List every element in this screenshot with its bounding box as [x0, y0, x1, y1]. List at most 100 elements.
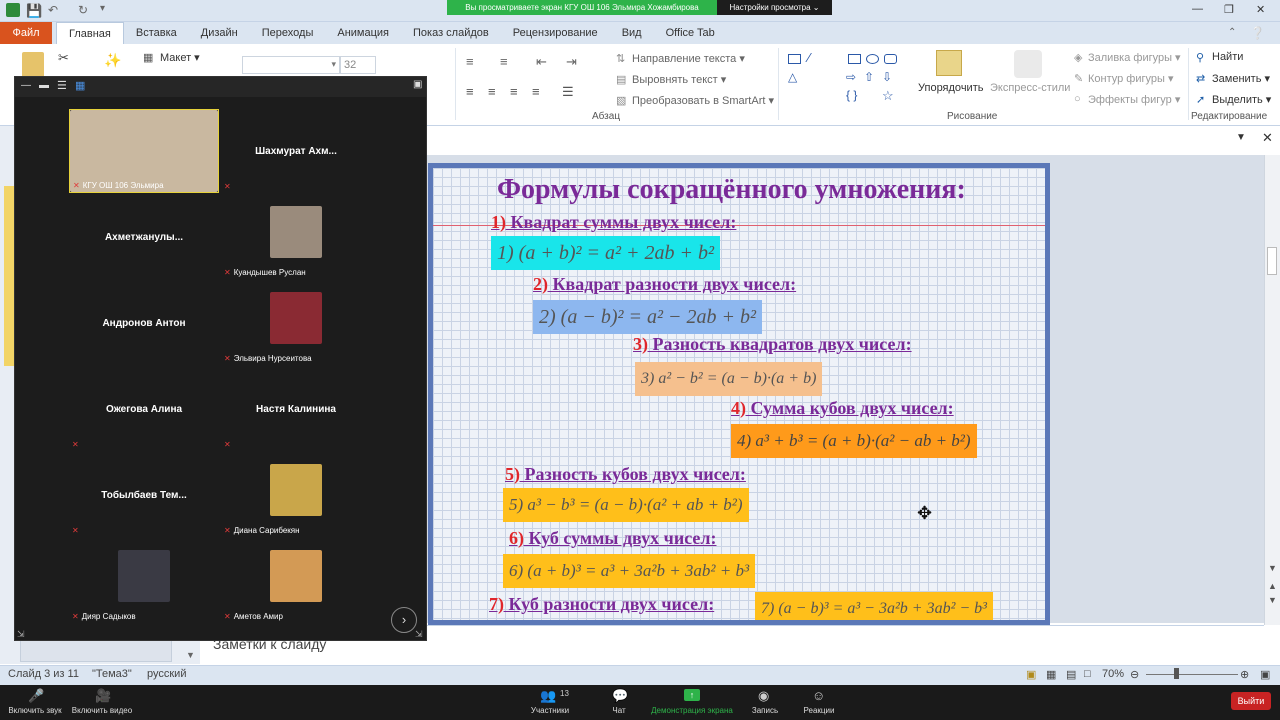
tab-transitions[interactable]: Переходы: [250, 22, 326, 44]
participant-tile[interactable]: Ожегова Алина ✕: [69, 367, 219, 451]
camera-off-icon[interactable]: 🎥: [95, 688, 111, 704]
start-video-button[interactable]: Включить видео: [68, 706, 136, 715]
find-button[interactable]: Найти: [1212, 51, 1243, 63]
shape-outline-button[interactable]: Контур фигуры ▾: [1088, 72, 1174, 85]
tab-design[interactable]: Дизайн: [189, 22, 250, 44]
next-slide-icon[interactable]: ▼: [1268, 595, 1277, 605]
align-text-button[interactable]: Выровнять текст ▾: [632, 73, 726, 86]
participant-tile[interactable]: Настя Калинина ✕: [221, 367, 371, 451]
restore-icon[interactable]: ❐: [1224, 3, 1234, 16]
columns-icon[interactable]: ☰: [562, 84, 574, 100]
arrange-icon[interactable]: [936, 50, 962, 76]
participant-tile[interactable]: ✕ Аметов Амир: [221, 539, 371, 623]
chat-button[interactable]: Чат: [604, 706, 634, 715]
participant-tile[interactable]: ✕ Диана Сарибекян: [221, 453, 371, 537]
participant-tile[interactable]: ✕ Дияр Садыков: [69, 539, 219, 623]
tab-slideshow[interactable]: Показ слайдов: [401, 22, 501, 44]
slide-canvas[interactable]: Формулы сокращённого умножения: 1) Квадр…: [428, 163, 1050, 625]
arrow-up-shape-icon[interactable]: ⇧: [864, 70, 874, 84]
rectangle-shape-icon[interactable]: [788, 54, 801, 64]
quick-styles-icon[interactable]: [1014, 50, 1042, 78]
line-shape-icon[interactable]: ∕: [808, 50, 810, 65]
replace-button[interactable]: Заменить ▾: [1212, 72, 1270, 85]
vertical-scrollbar[interactable]: ▼ ▲ ▼: [1264, 155, 1280, 625]
tab-file[interactable]: Файл: [0, 22, 52, 44]
tab-animation[interactable]: Анимация: [325, 22, 401, 44]
tab-insert[interactable]: Вставка: [124, 22, 189, 44]
align-right-icon[interactable]: ≡: [510, 84, 518, 99]
zoom-slider-thumb[interactable]: [1174, 668, 1179, 679]
participant-tile[interactable]: ✕ Эльвира Нурсеитова: [221, 281, 371, 365]
font-family-select[interactable]: ▾: [242, 56, 340, 74]
collapse-ribbon-icon[interactable]: ⌃: [1228, 27, 1236, 38]
unmute-button[interactable]: Включить звук: [6, 706, 64, 715]
shape-effects-button[interactable]: Эффекты фигур ▾: [1088, 93, 1180, 106]
normal-view-icon[interactable]: ▣: [1026, 668, 1036, 681]
reactions-icon[interactable]: ☺: [812, 688, 825, 703]
decrease-indent-icon[interactable]: ⇤: [536, 54, 547, 70]
participant-tile[interactable]: ✕ КГУ ОШ 106 Эльмира: [69, 109, 219, 193]
speaker-view-icon[interactable]: ☰: [57, 79, 67, 92]
pane-dropdown-icon[interactable]: ▼: [1236, 132, 1246, 143]
numbering-icon[interactable]: ≡: [500, 54, 508, 69]
tab-office-tab[interactable]: Office Tab: [654, 22, 727, 44]
align-left-icon[interactable]: ≡: [466, 84, 474, 99]
reading-view-icon[interactable]: ▤: [1066, 668, 1076, 681]
participant-tile[interactable]: Тобылбаев Тем... ✕: [69, 453, 219, 537]
scroll-down-icon[interactable]: ▼: [1268, 563, 1277, 573]
smartart-button[interactable]: Преобразовать в SmartArt ▾: [632, 94, 774, 107]
increase-indent-icon[interactable]: ⇥: [566, 54, 577, 70]
scroll-thumb[interactable]: [1267, 247, 1277, 275]
cut-icon[interactable]: ✂: [58, 50, 69, 66]
leave-button[interactable]: Выйти: [1231, 692, 1271, 710]
minimize-icon[interactable]: —: [1192, 3, 1203, 15]
layout-button[interactable]: Макет ▾: [160, 51, 200, 64]
zoom-out-icon[interactable]: ⊖: [1130, 668, 1139, 681]
redo-icon[interactable]: ↻: [78, 3, 88, 17]
share-screen-icon[interactable]: ↑: [684, 689, 700, 701]
slideshow-view-icon[interactable]: □: [1084, 668, 1091, 680]
thumbs-scroll-down-icon[interactable]: ▼: [186, 650, 195, 660]
text-direction-button[interactable]: Направление текста ▾: [632, 52, 745, 65]
star-shape-icon[interactable]: ☆: [882, 88, 894, 104]
shapes-gallery[interactable]: ∕ △ ⇨ ⇧ ⇩ { } ☆: [786, 50, 906, 108]
font-size-select[interactable]: 32: [340, 56, 376, 74]
save-icon[interactable]: 💾: [26, 3, 42, 19]
justify-icon[interactable]: ≡: [532, 84, 540, 99]
participants-button[interactable]: Участники: [524, 706, 576, 715]
shape-fill-button[interactable]: Заливка фигуры ▾: [1088, 51, 1181, 64]
participant-tile[interactable]: Шахмурат Ахм... ✕: [221, 109, 371, 193]
help-icon[interactable]: ❔: [1250, 26, 1265, 40]
participants-icon[interactable]: 👥: [540, 688, 556, 704]
select-button[interactable]: Выделить ▾: [1212, 93, 1271, 106]
tab-home[interactable]: Главная: [56, 22, 124, 44]
qat-dropdown-icon[interactable]: ▾: [100, 3, 105, 14]
participant-tile[interactable]: Андронов Антон: [69, 281, 219, 365]
tab-view[interactable]: Вид: [610, 22, 654, 44]
paste-icon[interactable]: [22, 52, 44, 78]
zoom-slider[interactable]: [1146, 674, 1238, 675]
quick-styles-button[interactable]: Экспресс-стили: [990, 82, 1070, 94]
align-center-icon[interactable]: ≡: [488, 84, 496, 99]
resize-handle-left-icon[interactable]: ⇲: [17, 629, 25, 640]
zoom-level[interactable]: 70%: [1102, 668, 1124, 680]
tab-review[interactable]: Рецензирование: [501, 22, 610, 44]
record-icon[interactable]: ◉: [758, 688, 769, 704]
rounded-rect-shape-icon[interactable]: [884, 54, 897, 64]
minimize-gallery-icon[interactable]: —: [21, 80, 31, 91]
reactions-button[interactable]: Реакции: [800, 706, 838, 715]
participant-tile[interactable]: Ахметжанулы...: [69, 195, 219, 279]
expand-gallery-icon[interactable]: ▣: [413, 79, 422, 90]
arrow-right-shape-icon[interactable]: ⇨: [846, 70, 856, 84]
rect-shape-icon[interactable]: [848, 54, 861, 64]
triangle-shape-icon[interactable]: △: [788, 70, 797, 84]
undo-icon[interactable]: ↶: [48, 3, 58, 17]
mic-muted-icon[interactable]: 🎤: [28, 688, 44, 704]
fit-slide-icon[interactable]: ▣: [1260, 668, 1270, 681]
participant-tile[interactable]: ✕ Куандышев Руслан: [221, 195, 371, 279]
zoom-in-icon[interactable]: ⊕: [1240, 668, 1249, 681]
sorter-view-icon[interactable]: ▦: [1046, 668, 1056, 681]
bullets-icon[interactable]: ≡: [466, 54, 474, 69]
strip-view-icon[interactable]: ▬: [39, 80, 49, 91]
view-settings-button[interactable]: Настройки просмотра ⌄: [717, 0, 832, 15]
